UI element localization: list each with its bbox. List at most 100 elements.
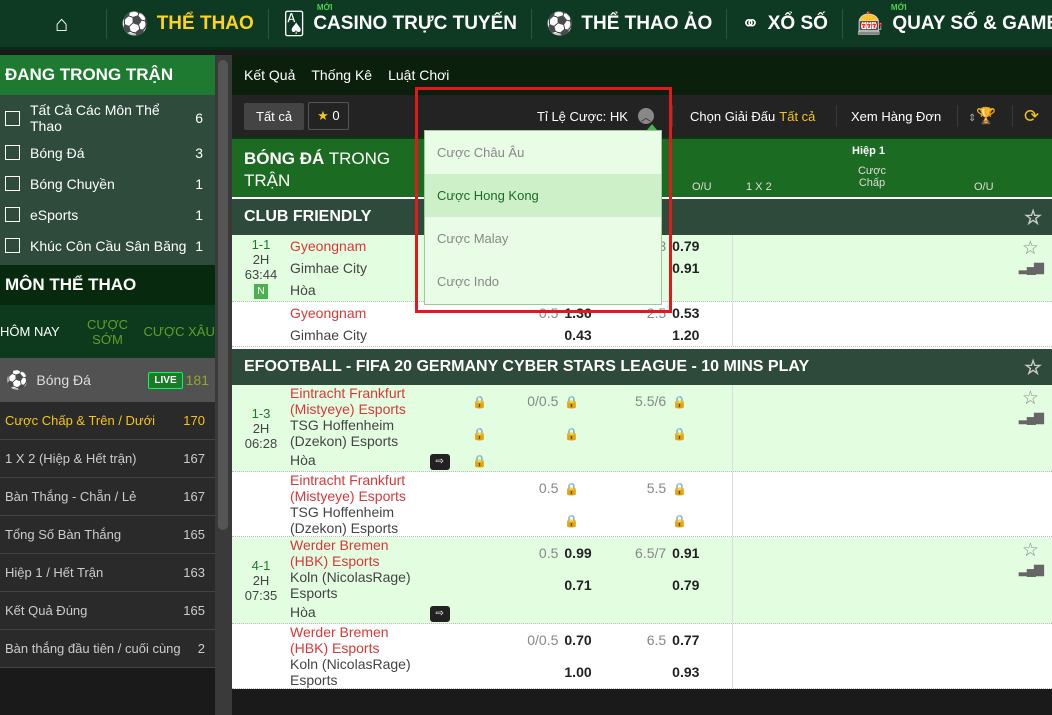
nav-item[interactable]: 🂡 MỚI CASINO TRỰC TUYẾN (269, 3, 532, 39)
odds-line: Eintracht Frankfurt (Mistyeye) Esports 0.… (290, 472, 732, 504)
ou-odds[interactable]: 0.91 (672, 545, 732, 561)
ou-odds[interactable]: 0.91 (672, 260, 732, 276)
odds-line: Eintracht Frankfurt (Mistyeye) Esports 🔒 0… (290, 385, 732, 417)
live-sport-item[interactable]: Bóng Chuyền 1 (0, 168, 215, 199)
handicap-odds[interactable]: 1.36 (564, 305, 619, 321)
dropdown-option[interactable]: Cược Malay (425, 217, 661, 260)
ou-odds[interactable]: 1.20 (672, 327, 732, 343)
market-item[interactable]: Bàn Thắng - Chẵn / Lẻ 167 (0, 478, 215, 516)
market-item[interactable]: 1 X 2 (Hiệp & Hết trận) 167 (0, 440, 215, 478)
star-icon[interactable]: ☆ (1019, 239, 1042, 259)
tab-early[interactable]: CƯỢC SỚM (72, 317, 144, 347)
top-navigation: ⌂ ⚽ THỂ THAO 🂡 MỚI CASINO TRỰC TUYẾN ⚽ THỂ THAO… (0, 0, 1052, 50)
handicap-odds[interactable]: 0.70 (564, 632, 619, 648)
ou-line: 5.5 (646, 480, 667, 496)
odds-line: Hòa ⇨ 🔒 (290, 449, 732, 471)
live-sport-item[interactable]: Khúc Côn Cầu Sân Băng 1 (0, 230, 215, 261)
star-icon[interactable]: ☆ (1024, 355, 1042, 380)
handicap-odds[interactable]: 0.99 (564, 545, 619, 561)
dropdown-option[interactable]: Cược Indo (425, 260, 661, 303)
market-item[interactable]: Hiệp 1 / Hết Trận 163 (0, 554, 215, 592)
stats-icon[interactable]: ▂▄▆ (1019, 561, 1044, 577)
match-status (232, 302, 290, 346)
single-view-button[interactable]: Xem Hàng Đơn (851, 109, 941, 124)
ou-odds[interactable]: 0.79 (672, 238, 732, 254)
market-label: 1 X 2 (Hiệp & Hết trận) (5, 451, 137, 466)
rules-link[interactable]: Luật Chơi (388, 67, 449, 83)
match-time: 06:28 (244, 435, 278, 451)
ou-odds[interactable]: 0.79 (672, 577, 732, 593)
checkbox[interactable] (5, 145, 20, 160)
handicap-line: 0.5 (538, 480, 559, 496)
handicap-odds: 🔒 (564, 480, 619, 496)
chevron-up-icon[interactable]: ︿ (637, 108, 654, 124)
match-actions: ☆ ▂▄▆ (1019, 541, 1044, 577)
ou-odds[interactable]: 0.77 (672, 632, 732, 648)
dropdown-option[interactable]: Cược Hong Kong (425, 174, 661, 217)
sport-soccer[interactable]: ⚽ Bóng Đá LIVE 181 (0, 358, 215, 402)
odds-line: TSG Hoffenheim (Dzekon) Esports 🔒 🔒 🔒 (290, 417, 732, 449)
live-sports-list: Tất Cả Các Môn Thể Thao 6 Bóng Đá 3 Bóng Chu… (0, 95, 215, 265)
sport-count: 181 (185, 372, 209, 388)
checkbox[interactable] (5, 110, 20, 126)
league-value: Tất cả (779, 108, 816, 124)
star-icon[interactable]: ☆ (1019, 389, 1042, 409)
market-count: 163 (183, 565, 205, 580)
handicap-odds[interactable]: 1.00 (564, 664, 619, 680)
odds-line: Koln (NicolasRage) Esports 1.00 0.93 (290, 656, 732, 688)
checkbox[interactable] (5, 176, 20, 191)
match-period: 2H (252, 252, 270, 267)
market-item[interactable]: Bàn thắng đầu tiên / cuối cùng 2 (0, 630, 215, 668)
all-button[interactable]: Tất cả (244, 102, 305, 130)
market-item[interactable]: Kết Quả Đúng 165 (0, 592, 215, 630)
market-item[interactable]: Tổng Số Bàn Thắng 165 (0, 516, 215, 554)
tab-today[interactable]: HÔM NAY (0, 324, 72, 339)
refresh-icon[interactable]: ⟳ (1024, 106, 1039, 127)
live-sport-count: 1 (195, 237, 203, 254)
ou-odds[interactable]: 0.53 (672, 305, 732, 321)
nav-item[interactable]: ⚭ XỔ SỐ (727, 8, 843, 39)
checkbox[interactable] (5, 207, 20, 222)
star-icon[interactable]: ☆ (1019, 541, 1042, 561)
team-name: Hòa (290, 604, 316, 620)
ou-odds: 🔒 (672, 480, 732, 496)
results-link[interactable]: Kết Quả (244, 67, 295, 83)
live-sport-item[interactable]: Tất Cả Các Môn Thể Thao 6 (0, 99, 215, 137)
favorites-count: 0 (332, 108, 340, 123)
sidebar-scrollbar-thumb[interactable] (218, 60, 228, 530)
nav-item[interactable]: ⚽ THỂ THAO (107, 8, 269, 39)
nav-item[interactable]: ⚽ THỂ THAO ẢO (532, 8, 728, 39)
live-stream-icon[interactable]: ⇨ (429, 453, 450, 470)
nav-label: CASINO TRỰC TUYẾN (313, 12, 517, 34)
odds-type-selector[interactable]: Tỉ Lệ Cược: HK ︿ (537, 108, 654, 124)
market-count: 170 (183, 413, 205, 428)
live-sport-label: Bóng Chuyền (30, 175, 115, 192)
league-selector[interactable]: Chọn Giải Đấu Tất cả (690, 109, 815, 124)
favorites-button[interactable]: ★ 0 (308, 102, 349, 130)
stats-icon[interactable]: ▂▄▆ (1019, 259, 1044, 275)
lock-icon: 🔒 (472, 395, 488, 409)
live-stream-icon[interactable]: ⇨ (429, 605, 450, 622)
market-item[interactable]: Cược Chấp & Trên / Dưới 170 (0, 402, 215, 440)
match-status: 1-3 2H 06:28 (232, 385, 290, 471)
nav-home[interactable]: ⌂ (0, 8, 108, 39)
neutral-badge: N (254, 284, 268, 299)
live-sport-label: Bóng Đá (30, 144, 85, 161)
live-badge: LIVE (148, 371, 183, 389)
dropdown-option[interactable]: Cược Châu Âu (425, 131, 661, 174)
handicap-odds[interactable]: 0.71 (564, 577, 619, 593)
stats-icon[interactable]: ▂▄▆ (1019, 409, 1044, 425)
ou-odds[interactable]: 0.93 (672, 664, 732, 680)
ou-odds: 🔒 (672, 512, 732, 528)
live-sport-item[interactable]: eSports 1 (0, 199, 215, 230)
tab-parlay[interactable]: CƯỢC XÂU (143, 324, 215, 339)
live-sport-item[interactable]: Bóng Đá 3 (0, 137, 215, 168)
checkbox[interactable] (5, 238, 20, 253)
match-period: 2H (252, 420, 270, 436)
sort-trophy-icon[interactable]: ⇕🏆 (968, 106, 996, 126)
nav-item[interactable]: 🎰 MỚIQUAY SỐ & GAMES (843, 3, 1052, 39)
handicap-odds[interactable]: 0.43 (564, 327, 619, 343)
sports-section-title: MÔN THỂ THAO (0, 265, 215, 305)
statistics-link[interactable]: Thống Kê (311, 67, 372, 83)
star-icon[interactable]: ☆ (1024, 205, 1042, 230)
